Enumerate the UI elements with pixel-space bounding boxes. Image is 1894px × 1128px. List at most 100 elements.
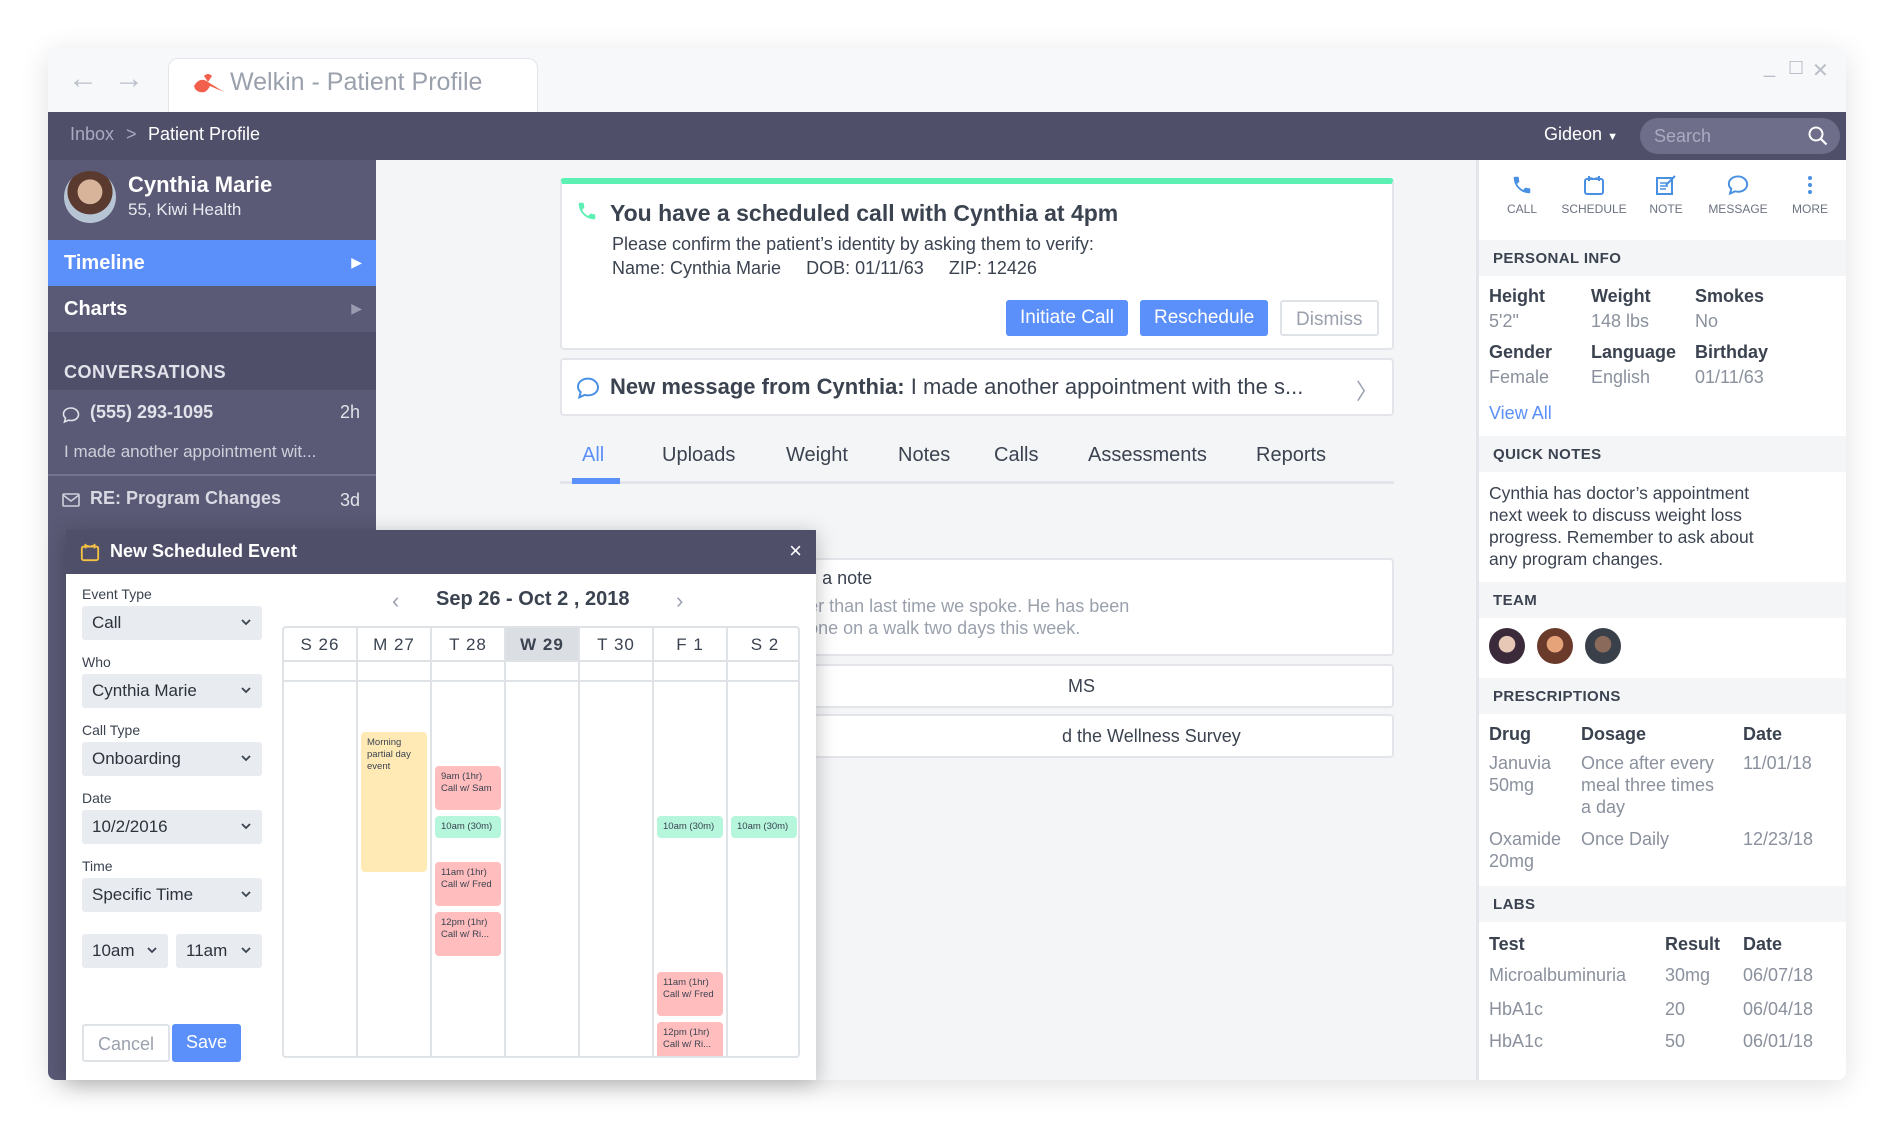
team-avatar[interactable] [1585,628,1621,664]
tab-calls[interactable]: Calls [994,444,1038,467]
tab-uploads[interactable]: Uploads [662,444,735,467]
sidebar-item-charts[interactable]: Charts ▶ [48,286,376,332]
time-label: Time [82,858,113,874]
calendar-event[interactable]: Morning partial day event [361,732,427,872]
search-input[interactable]: Search [1640,118,1840,154]
all-day-slot[interactable] [432,662,504,682]
gender-value: Female [1489,367,1550,387]
date-select[interactable]: 10/2/2016 [82,810,262,844]
note-action[interactable]: NOTE [1631,174,1701,216]
drug-name: Januvia [1489,753,1552,773]
calendar-icon [1584,176,1604,195]
phone-icon [1513,176,1531,194]
timeline-tabs: All Uploads Weight Notes Calls Assessmen… [560,440,1394,484]
calendar-event[interactable]: 12pm (1hr) Call w/ Ri... [435,912,501,956]
title-bar: ← → Welkin - Patient Profile _ ☐ ✕ [48,48,1846,112]
all-day-slot[interactable] [284,662,356,682]
arrow-right-icon[interactable]: → [114,62,144,96]
action-label: MESSAGE [1708,202,1768,216]
message-preview: New message from Cynthia: I made another… [610,374,1303,400]
prescription-drug: Januvia 50mg [1489,752,1551,796]
schedule-action[interactable]: SCHEDULE [1559,174,1629,216]
entry-title: d the Wellness Survey [1062,726,1241,746]
team-avatar[interactable] [1537,628,1573,664]
quick-notes-line: any program changes. [1489,549,1664,569]
tab-weight[interactable]: Weight [786,444,848,467]
lab-test: Microalbuminuria [1489,965,1627,985]
event-label: 9am (1hr) [441,770,483,782]
top-nav: Inbox > Patient Profile Gideon ▼ Search [48,112,1846,160]
select-value: Specific Time [92,885,194,904]
more-action[interactable]: MORE [1775,174,1845,216]
event-label: 10am (30m) [441,821,493,832]
calendar-day-header: M 27 [358,628,430,662]
cancel-button[interactable]: Cancel [82,1024,171,1062]
reschedule-button[interactable]: Reschedule [1140,300,1269,336]
calendar-event[interactable]: 12pm (1hr) Call w/ Ri... [657,1022,723,1056]
event-label: partial day [367,749,411,760]
test-column-header: Test [1489,934,1525,954]
tab-all[interactable]: All [582,444,604,467]
dismiss-button[interactable]: Dismiss [1280,300,1379,336]
minimize-icon[interactable]: _ [1764,56,1775,79]
caret-right-icon: ▶ [351,254,362,270]
calendar-day-header: W 29 [506,628,578,662]
verify-dob: DOB: 01/11/63 [806,258,924,278]
select-value: 10am [92,941,135,960]
calendar-event[interactable]: 10am (30m) [657,816,723,839]
view-all-link[interactable]: View All [1489,402,1552,424]
call-type-select[interactable]: Onboarding [82,742,262,776]
chevron-down-icon [241,687,251,694]
calendar-event[interactable]: 10am (30m) [435,816,501,839]
calendar-event[interactable]: 9am (1hr) Call w/ Sam [435,765,501,810]
drug-strength: 50mg [1489,775,1535,795]
all-day-slot[interactable] [506,662,578,682]
save-button[interactable]: Save [172,1024,242,1062]
team-avatar[interactable] [1489,628,1525,664]
initiate-call-button[interactable]: Initiate Call [1006,300,1128,336]
all-day-slot[interactable] [654,662,726,682]
end-time-select[interactable]: 11am [176,934,262,968]
breadcrumb-inbox[interactable]: Inbox [70,124,114,145]
start-time-select[interactable]: 10am [82,934,168,968]
message-action[interactable]: MESSAGE [1703,174,1773,216]
event-label: Call w/ Ri... [663,1039,712,1051]
call-card-instructions: Please confirm the patient’s identity by… [612,234,1094,254]
event-type-select[interactable]: Call [82,606,262,640]
sidebar-item-timeline[interactable]: Timeline ▶ [48,240,376,286]
calendar-day-column[interactable]: T 30 [580,628,654,1056]
user-menu[interactable]: Gideon ▼ [1544,124,1618,145]
calendar-day-column[interactable]: W 29 [506,628,580,1056]
prev-week-icon[interactable]: ‹ [392,588,399,614]
tab-assessments[interactable]: Assessments [1088,444,1207,467]
quick-notes-text[interactable]: Cynthia has doctor’s appointment next we… [1489,482,1754,570]
close-window-icon[interactable]: ✕ [1812,58,1829,83]
calendar-event[interactable]: 10am (30m) [731,816,797,839]
calendar-day-column[interactable]: S 26 [284,628,358,1056]
all-day-slot[interactable] [580,662,652,682]
who-select[interactable]: Cynthia Marie [82,674,262,708]
call-action[interactable]: CALL [1487,174,1557,216]
all-day-slot[interactable] [358,662,430,682]
calendar-event[interactable]: 11am (1hr) Call w/ Fred [657,972,723,1016]
arrow-left-icon[interactable]: ← [68,62,98,96]
modal-title: New Scheduled Event [110,541,298,561]
time-select[interactable]: Specific Time [82,878,262,912]
new-message-card[interactable]: New message from Cynthia: I made another… [560,358,1394,416]
calendar-day-column[interactable]: T 28 [432,628,506,1056]
all-day-slot[interactable] [728,662,798,682]
conversation-item[interactable]: (555) 293-1095 2h I made another appoint… [48,390,376,476]
next-week-icon[interactable]: › [676,588,683,614]
gender-label: Gender [1489,342,1553,362]
chevron-down-icon [241,947,251,954]
conversation-item[interactable]: RE: Program Changes 3d [48,478,376,524]
sidebar-item-label: Charts [64,298,128,320]
calendar-event[interactable]: 11am (1hr) Call w/ Fred [435,861,501,906]
personal-info-header: PERSONAL INFO [1479,240,1846,276]
close-icon[interactable]: × [789,538,802,564]
maximize-icon[interactable]: ☐ [1788,58,1804,79]
tab-notes[interactable]: Notes [898,444,950,467]
search-icon[interactable] [1808,126,1828,146]
tab-reports[interactable]: Reports [1256,444,1326,467]
calendar-day-column[interactable]: S 2 [728,628,798,1056]
